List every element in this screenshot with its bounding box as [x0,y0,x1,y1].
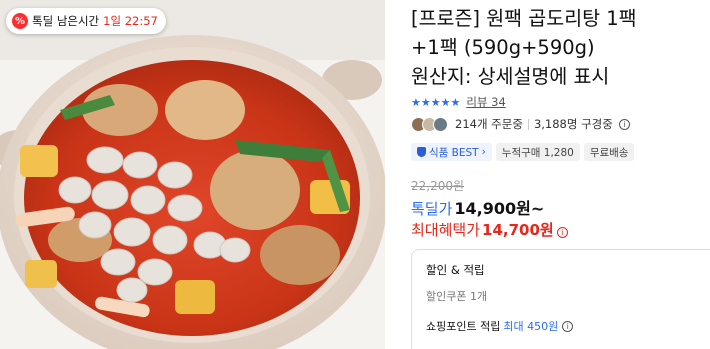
product-title-line-1: [프로즌] 원팩 곱도리탕 1팩 [411,7,637,30]
original-price: 22,200원 [411,179,465,193]
cumulative-purchase-badge: 누적구매 1,280 [495,143,580,161]
timer-label: 톡딜 남은시간 [32,14,100,28]
shield-icon [417,147,426,157]
product-title: [프로즌] 원팩 곱도리탕 1팩 +1팩 (590g+590g) 원산지: 상세… [411,4,706,91]
deal-price-label: 톡딜가 [411,200,453,218]
food-best-badge[interactable]: 식품 BEST › [411,143,492,161]
max-benefit-price: 14,700원 [482,221,554,239]
free-shipping-badge: 무료배송 [583,143,635,161]
coupon-count: 할인쿠폰 1개 [426,290,488,303]
max-benefit-row: 최대혜택가 14,700원 i [411,219,568,240]
points-value: 최대 450원 [503,320,559,333]
product-image[interactable]: % 톡딜 남은시간 1일 22:57 [0,0,385,349]
deal-price: 14,900원~ [454,199,545,218]
badge-row: 식품 BEST › 누적구매 1,280 무료배송 [411,143,635,161]
rating-stars: ★★★★★ [411,95,461,109]
chevron-right-icon: › [481,146,486,158]
points-label: 쇼핑포인트 적립 [426,320,501,333]
product-info-panel: [프로즌] 원팩 곱도리탕 1팩 +1팩 (590g+590g) 원산지: 상세… [411,0,710,349]
deal-timer-badge: % 톡딜 남은시간 1일 22:57 [6,8,166,34]
avatar [433,116,448,132]
info-icon[interactable]: i [562,320,574,332]
discount-points-box[interactable]: 할인 & 적립 할인쿠폰 1개 쇼핑포인트 적립 최대 450원 i [411,249,710,349]
buyer-avatars [411,116,448,132]
social-proof-row: 214개 주문중 3,188명 구경중 i [411,116,630,132]
info-icon[interactable]: i [618,118,630,130]
shopping-points-row: 쇼핑포인트 적립 최대 450원 i [426,318,574,334]
product-title-line-3: 원산지: 상세설명에 표시 [411,65,610,88]
stew-pot-illustration [0,0,385,349]
product-title-line-2: +1팩 (590g+590g) [411,36,595,59]
divider [527,118,529,130]
review-link[interactable]: 리뷰 34 [466,94,505,110]
order-count: 214개 주문중 [455,117,523,131]
viewer-count: 3,188명 구경중 [533,117,613,131]
max-benefit-label: 최대혜택가 [411,221,481,239]
info-icon[interactable]: i [556,227,568,238]
benefit-title: 할인 & 적립 [426,263,485,277]
food-best-label: 식품 BEST [429,146,479,159]
timer-remaining: 1일 22:57 [103,14,158,28]
deal-price-row: 톡딜가 14,900원~ [411,195,544,219]
percent-icon: % [12,13,28,29]
rating-row: ★★★★★ 리뷰 34 [411,94,506,110]
